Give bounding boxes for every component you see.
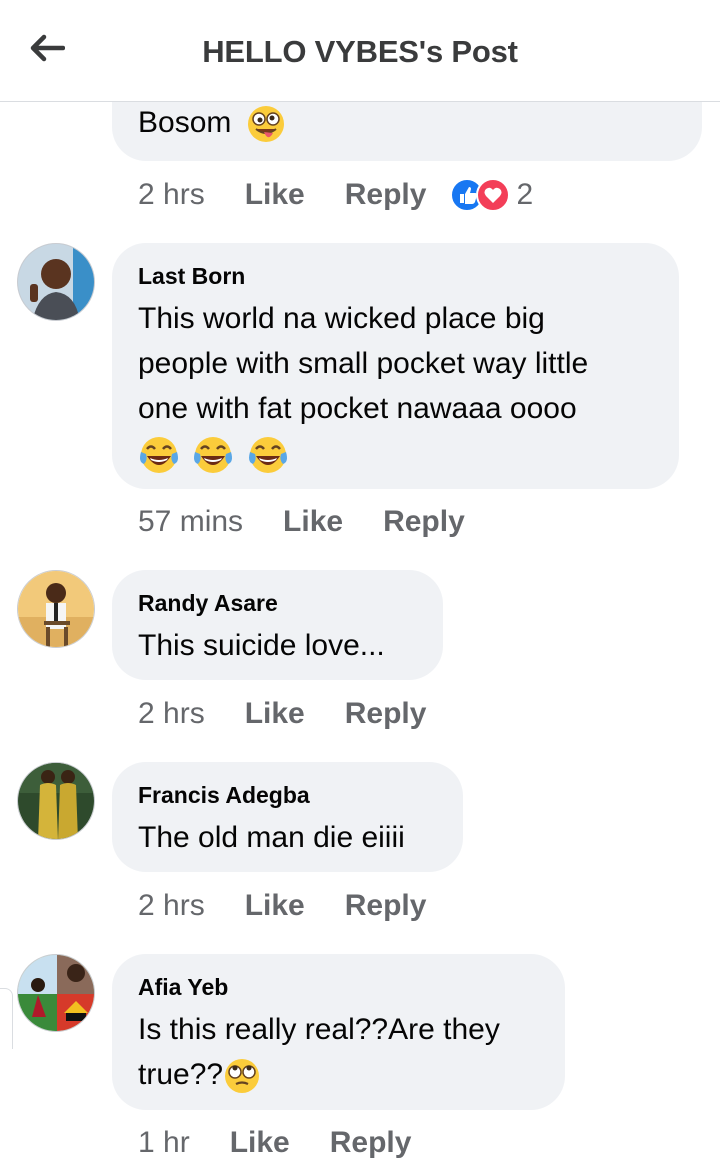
laughing-tears-icon xyxy=(248,437,287,474)
comment-text: This suicide love... xyxy=(138,629,385,662)
reply-button[interactable]: Reply xyxy=(330,1126,412,1160)
page-title: HELLO VYBES's Post xyxy=(202,34,518,69)
comment-bubble[interactable]: Randy Asare This suicide love... xyxy=(112,570,443,680)
reply-button[interactable]: Reply xyxy=(345,697,427,731)
comment-actions: 2 hrs Like Reply 2 xyxy=(138,178,533,212)
comment-time[interactable]: 2 hrs xyxy=(138,178,205,212)
reply-button[interactable]: Reply xyxy=(383,505,465,539)
laughing-tears-icon xyxy=(140,437,178,474)
comment-time[interactable]: 2 hrs xyxy=(138,697,205,731)
comment-bubble[interactable]: Last Born This world na wicked place big… xyxy=(112,243,679,489)
like-button[interactable]: Like xyxy=(245,697,305,731)
comment-time[interactable]: 57 mins xyxy=(138,505,243,539)
comment-author[interactable]: Francis Adegba xyxy=(138,782,437,809)
comment-author[interactable]: Randy Asare xyxy=(138,590,417,617)
profile-photo xyxy=(18,244,94,320)
avatar[interactable] xyxy=(17,762,95,840)
love-reaction-icon xyxy=(476,178,511,212)
comment-author[interactable]: Afia Yeb xyxy=(138,974,539,1001)
profile-photo xyxy=(18,763,94,839)
app-header: HELLO VYBES's Post xyxy=(0,0,720,102)
comment-line: one with fat pocket nawaaa oooo xyxy=(138,392,577,425)
eye-roll-face-icon xyxy=(225,1059,260,1094)
reaction-summary[interactable]: 2 xyxy=(450,178,533,212)
comment-bubble[interactable]: Francis Adegba The old man die eiiii xyxy=(112,762,463,872)
comment-bubble[interactable]: Afia Yeb Is this really real??Are they t… xyxy=(112,954,565,1110)
profile-photo xyxy=(18,571,94,647)
comment-line: true?? xyxy=(138,1052,539,1097)
comment-time[interactable]: 1 hr xyxy=(138,1126,190,1160)
laughing-tears-icon xyxy=(194,437,233,474)
like-button[interactable]: Like xyxy=(245,889,305,923)
comment-actions: 57 mins Like Reply xyxy=(138,505,465,539)
reaction-count: 2 xyxy=(516,178,534,211)
reply-button[interactable]: Reply xyxy=(345,889,427,923)
comment-text: The old man die eiiii xyxy=(138,821,405,854)
comment-text: Is this really real??Are they true?? xyxy=(138,1007,539,1097)
comment-actions: 1 hr Like Reply xyxy=(138,1126,411,1160)
avatar[interactable] xyxy=(17,243,95,321)
comment-line: Is this really real??Are they xyxy=(138,1013,500,1046)
like-button[interactable]: Like xyxy=(230,1126,290,1160)
zany-face-icon xyxy=(247,106,284,143)
reply-button[interactable]: Reply xyxy=(345,178,427,212)
profile-photo xyxy=(18,955,94,1031)
like-button[interactable]: Like xyxy=(283,505,343,539)
comment-text-content: Bosom xyxy=(138,106,232,139)
comment-actions: 2 hrs Like Reply xyxy=(138,697,426,731)
comment-text: This world na wicked place big people wi… xyxy=(138,296,653,477)
comment-time[interactable]: 2 hrs xyxy=(138,889,205,923)
like-button[interactable]: Like xyxy=(245,178,305,212)
comment-text: Bosom xyxy=(138,100,290,145)
overlay-edge xyxy=(0,988,13,1049)
comment-actions: 2 hrs Like Reply xyxy=(138,889,426,923)
emoji-row xyxy=(138,431,653,477)
comment-line: This world na wicked place big xyxy=(138,302,545,335)
avatar[interactable] xyxy=(17,954,95,1032)
comment-line-text: true?? xyxy=(138,1058,224,1091)
comment-line: people with small pocket way little xyxy=(138,347,589,380)
comment-author[interactable]: Last Born xyxy=(138,263,653,290)
avatar[interactable] xyxy=(17,570,95,648)
